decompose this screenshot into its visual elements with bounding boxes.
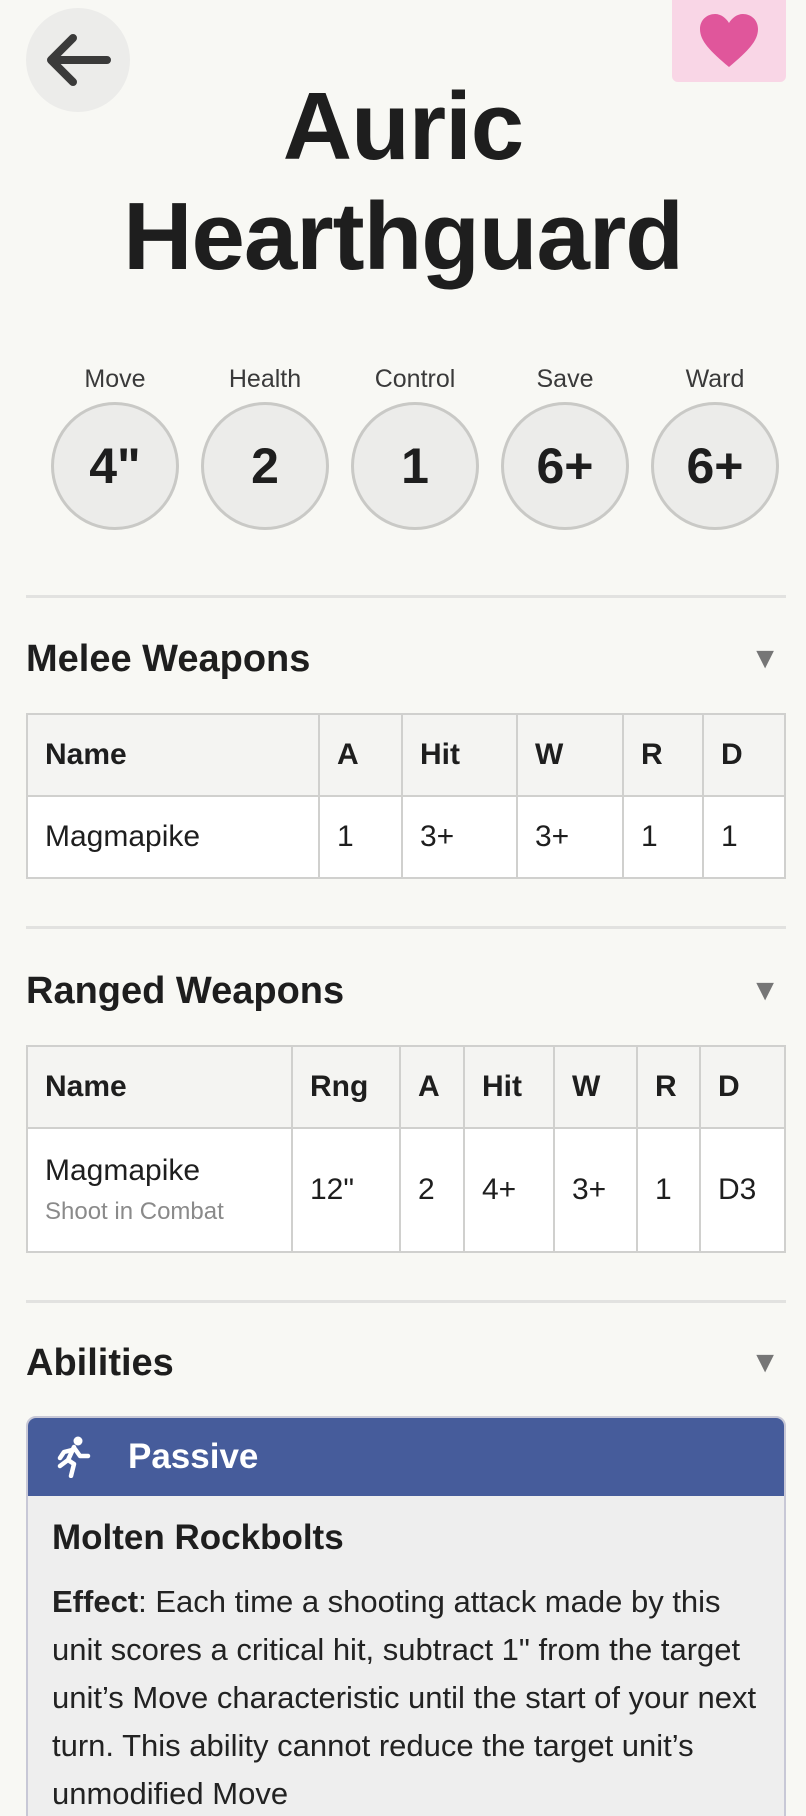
stat-ward: Ward 6+ — [640, 362, 790, 530]
cell-hit: 4+ — [463, 1127, 555, 1253]
weapon-name: Magmapike — [45, 1154, 201, 1187]
ability-effect: Effect: Each time a shooting attack made… — [52, 1578, 760, 1816]
divider — [26, 595, 786, 598]
divider — [26, 1300, 786, 1303]
table-row: Magmapike 1 3+ 3+ 1 1 — [26, 795, 786, 879]
stat-value: 6+ — [501, 402, 629, 530]
melee-section-header[interactable]: Melee Weapons ▼ — [26, 633, 780, 685]
abilities-section-header[interactable]: Abilities ▼ — [26, 1337, 780, 1389]
melee-weapons-table: Name A Hit W R D Magmapike 1 3+ 3+ 1 1 — [26, 713, 786, 879]
cell-attacks: 1 — [318, 795, 403, 879]
stat-save: Save 6+ — [490, 362, 640, 530]
ability-card: Passive Molten Rockbolts Effect: Each ti… — [26, 1416, 786, 1816]
col-header: Rng — [291, 1045, 401, 1129]
stat-health: Health 2 — [190, 362, 340, 530]
divider — [26, 926, 786, 929]
stat-label: Save — [536, 365, 594, 393]
cell-attacks: 2 — [399, 1127, 465, 1253]
ability-type-label: Passive — [128, 1437, 259, 1476]
col-header: Hit — [463, 1045, 555, 1129]
col-header: R — [636, 1045, 701, 1129]
cell-wound: 3+ — [516, 795, 624, 879]
col-header: Name — [26, 713, 320, 797]
stat-label: Health — [228, 365, 302, 393]
weapon-note: Shoot in Combat — [45, 1198, 224, 1225]
col-header: W — [553, 1045, 638, 1129]
col-header: Hit — [401, 713, 518, 797]
stat-move: Move 4" — [40, 362, 190, 530]
col-header: A — [318, 713, 403, 797]
section-title: Ranged Weapons — [26, 969, 345, 1012]
section-title: Melee Weapons — [26, 637, 311, 680]
stat-value: 1 — [351, 402, 479, 530]
ranged-weapons-table: Name Rng A Hit W R D Magmapike Shoot in … — [26, 1045, 786, 1253]
stat-value: 6+ — [651, 402, 779, 530]
stat-value: 4" — [51, 402, 179, 530]
caret-down-icon[interactable]: ▼ — [750, 642, 780, 676]
table-header-row: Name Rng A Hit W R D — [26, 1045, 786, 1129]
col-header: W — [516, 713, 624, 797]
cell-damage: D3 — [699, 1127, 786, 1253]
favorite-button[interactable] — [672, 0, 786, 82]
effect-label: Effect — [52, 1584, 139, 1619]
col-header: D — [699, 1045, 786, 1129]
section-title: Abilities — [26, 1341, 174, 1384]
stat-row: Move 4" Health 2 Control 1 Save 6+ Ward … — [40, 362, 790, 530]
col-header: Name — [26, 1045, 293, 1129]
weapon-name: Magmapike — [26, 795, 320, 879]
table-header-row: Name A Hit W R D — [26, 713, 786, 797]
cell-damage: 1 — [702, 795, 786, 879]
table-row: Magmapike Shoot in Combat 12" 2 4+ 3+ 1 … — [26, 1127, 786, 1253]
col-header: R — [622, 713, 704, 797]
caret-down-icon[interactable]: ▼ — [750, 974, 780, 1008]
running-figure-icon — [57, 1436, 91, 1478]
stat-label: Control — [374, 365, 456, 393]
heart-icon — [700, 14, 758, 67]
cell-rend: 1 — [636, 1127, 701, 1253]
unit-title: Auric Hearthguard — [123, 73, 684, 290]
col-header: A — [399, 1045, 465, 1129]
cell-range: 12" — [291, 1127, 401, 1253]
cell-rend: 1 — [622, 795, 704, 879]
ability-type-header: Passive — [28, 1418, 784, 1496]
stat-value: 2 — [201, 402, 329, 530]
caret-down-icon[interactable]: ▼ — [750, 1346, 780, 1380]
cell-wound: 3+ — [553, 1127, 638, 1253]
stat-label: Move — [84, 365, 146, 393]
cell-hit: 3+ — [401, 795, 518, 879]
stat-control: Control 1 — [340, 362, 490, 530]
effect-text: : Each time a shooting attack made by th… — [52, 1584, 757, 1811]
ability-body: Molten Rockbolts Effect: Each time a sho… — [28, 1496, 784, 1816]
col-header: D — [702, 713, 786, 797]
ability-name: Molten Rockbolts — [52, 1518, 344, 1557]
stat-label: Ward — [685, 365, 745, 393]
ranged-section-header[interactable]: Ranged Weapons ▼ — [26, 965, 780, 1017]
weapon-name-cell: Magmapike Shoot in Combat — [26, 1127, 293, 1253]
